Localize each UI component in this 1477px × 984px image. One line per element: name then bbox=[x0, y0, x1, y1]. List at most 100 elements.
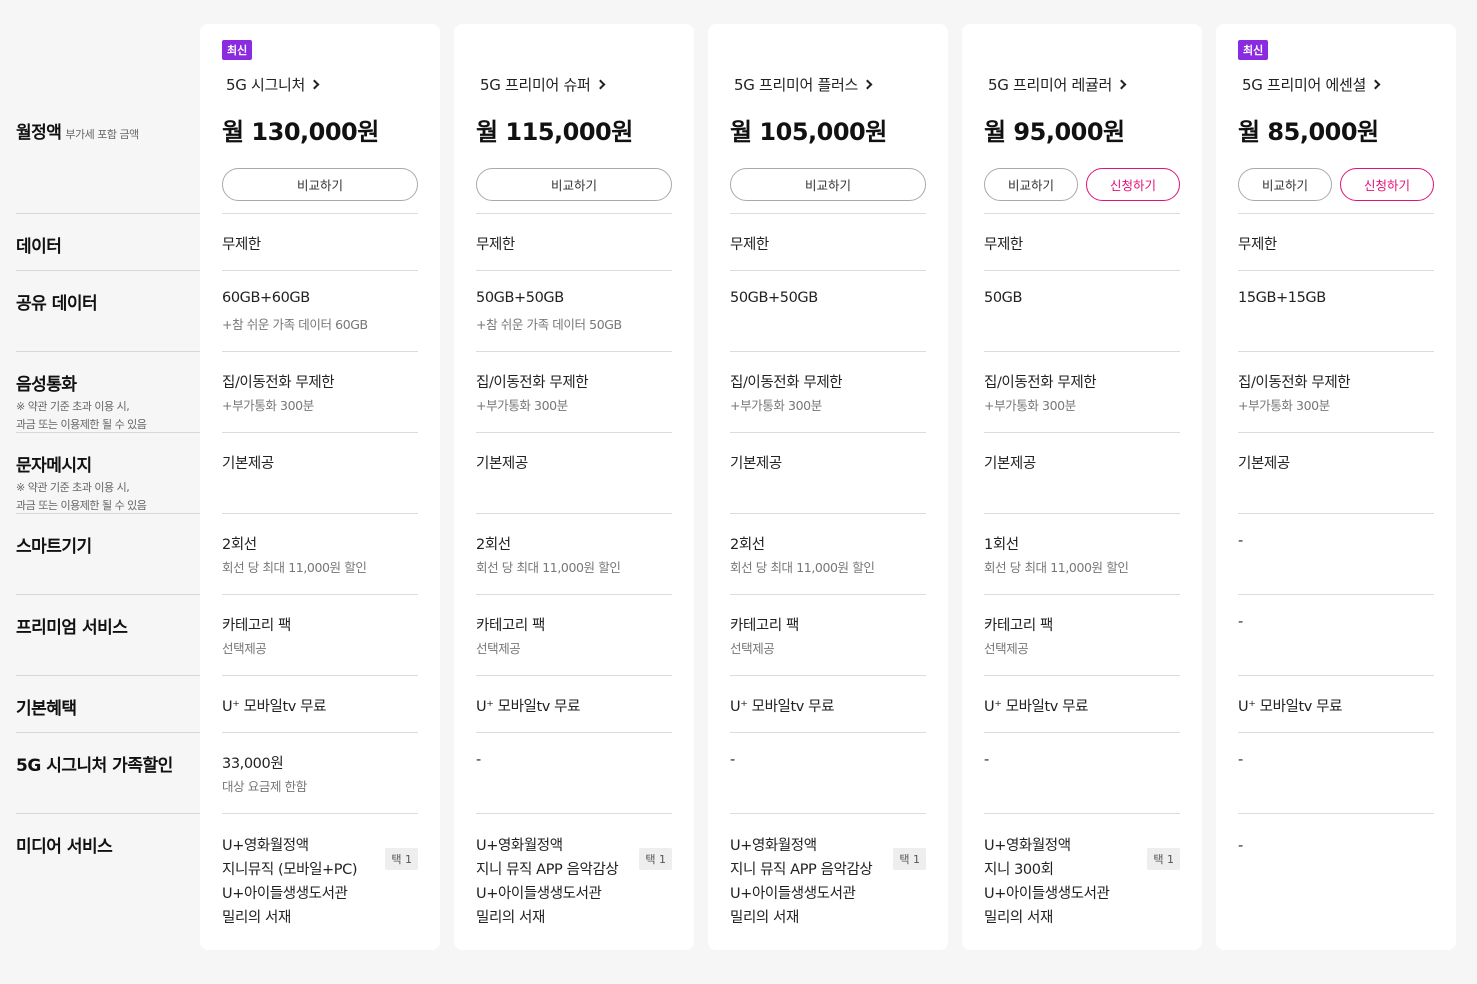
plan-name: 5G 시그니처 bbox=[226, 76, 306, 94]
cell-premium: 카테고리 팩 선택제공 bbox=[730, 594, 926, 675]
cell-family-value: - bbox=[730, 752, 735, 768]
cell-shared: 50GB+50GB +참 쉬운 가족 데이터 50GB bbox=[476, 270, 672, 351]
cell-media: U+영화월정액 지니 300회 U+아이들생생도서관 밀리의 서재 택 1 bbox=[984, 813, 1180, 933]
cell-voice-value: 집/이동전화 무제한 bbox=[984, 375, 1097, 391]
cell-basic-value: U⁺ 모바일tv 무료 bbox=[1238, 699, 1343, 715]
plan-price: 월 85,000원 bbox=[1238, 118, 1379, 146]
cell-media: U+영화월정액 지니 뮤직 APP 음악감상 U+아이들생생도서관 밀리의 서재 택 1 bbox=[476, 813, 672, 933]
plan-card: 최신 5G 시그니처 월 130,000원 비교하기 무제한 60GB+60GB +참 쉬운… bbox=[200, 24, 440, 950]
compare-button[interactable]: 비교하기 bbox=[1238, 168, 1332, 201]
label-voice: 음성통화 ※ 약관 기준 초과 이용 시, 과금 또는 이용제한 될 수 있음 bbox=[16, 351, 200, 434]
cell-voice-value: 집/이동전화 무제한 bbox=[1238, 375, 1351, 391]
row-labels: 월정액 부가세 포함 금액 데이터 공유 데이터 음성통화 ※ 약관 기준 초과 … bbox=[16, 0, 200, 984]
cell-family-value: - bbox=[984, 752, 989, 768]
cell-sms-value: 기본제공 bbox=[730, 456, 782, 472]
cell-data-value: 무제한 bbox=[222, 237, 261, 253]
cell-shared-value: 50GB+50GB bbox=[730, 290, 818, 306]
plan-card: 5G 프리미어 레귤러월 95,000원비교하기 신청하기무제한 50GB 집/이동전… bbox=[962, 24, 1202, 950]
cell-basic-value: U⁺ 모바일tv 무료 bbox=[730, 699, 835, 715]
plan-price: 월 95,000원 bbox=[984, 118, 1125, 146]
plan-price: 월 105,000원 bbox=[730, 118, 887, 146]
chevron-right-icon bbox=[1116, 79, 1127, 90]
cell-premium-value: 카테고리 팩 bbox=[222, 618, 291, 634]
apply-button[interactable]: 신청하기 bbox=[1340, 168, 1434, 201]
cell-family: - bbox=[730, 732, 926, 813]
plan-name-link[interactable]: 5G 프리미어 레귤러 bbox=[988, 74, 1127, 95]
cell-shared-detail: +참 쉬운 가족 데이터 60GB bbox=[222, 317, 368, 332]
cell-shared: 60GB+60GB +참 쉬운 가족 데이터 60GB bbox=[222, 270, 418, 351]
cell-family: - bbox=[1238, 732, 1434, 813]
plan-name: 5G 프리미어 레귤러 bbox=[988, 76, 1113, 94]
cell-data-value: 무제한 bbox=[476, 237, 515, 253]
cell-premium-value: 카테고리 팩 bbox=[984, 618, 1053, 634]
cell-basic-value: U⁺ 모바일tv 무료 bbox=[476, 699, 581, 715]
cell-voice: 집/이동전화 무제한 +부가통화 300분 bbox=[730, 351, 926, 432]
cell-data-value: 무제한 bbox=[730, 237, 769, 253]
cell-sms-value: 기본제공 bbox=[1238, 456, 1290, 472]
cell-premium-detail: 선택제공 bbox=[984, 641, 1029, 656]
cell-sms: 기본제공 bbox=[1238, 432, 1434, 513]
cell-sms-value: 기본제공 bbox=[222, 456, 274, 472]
cell-voice-value: 집/이동전화 무제한 bbox=[476, 375, 589, 391]
media-item: 지니 뮤직 APP 음악감상 bbox=[730, 862, 873, 878]
cell-voice-detail: +부가통화 300분 bbox=[476, 398, 568, 413]
cell-sms-value: 기본제공 bbox=[984, 456, 1036, 472]
plan-name: 5G 프리미어 에센셜 bbox=[1242, 76, 1367, 94]
plan-name-link[interactable]: 5G 프리미어 에센셜 bbox=[1242, 74, 1381, 95]
cell-family-value: 33,000원 bbox=[222, 756, 284, 772]
label-basic: 기본혜택 bbox=[16, 675, 200, 719]
cell-media: U+영화월정액 지니뮤직 (모바일+PC) U+아이들생생도서관 밀리의 서재 택 1 bbox=[222, 813, 418, 933]
cell-smart: 2회선 회선 당 최대 11,000원 할인 bbox=[222, 513, 418, 594]
compare-button[interactable]: 비교하기 bbox=[984, 168, 1078, 201]
media-item: U+아이들생생도서관 bbox=[984, 886, 1110, 902]
cell-shared: 50GB bbox=[984, 270, 1180, 351]
apply-button[interactable]: 신청하기 bbox=[1086, 168, 1180, 201]
pick-one-badge: 택 1 bbox=[639, 848, 672, 870]
chevron-right-icon bbox=[1370, 79, 1381, 90]
compare-button[interactable]: 비교하기 bbox=[730, 168, 926, 201]
cell-voice: 집/이동전화 무제한 +부가통화 300분 bbox=[984, 351, 1180, 432]
label-data: 데이터 bbox=[16, 213, 200, 257]
chevron-right-icon bbox=[862, 79, 873, 90]
label-monthly-sub: 부가세 포함 금액 bbox=[65, 128, 139, 141]
plan-name-link[interactable]: 5G 프리미어 슈퍼 bbox=[480, 74, 605, 95]
cell-shared-value: 15GB+15GB bbox=[1238, 290, 1326, 306]
cell-smart: 2회선 회선 당 최대 11,000원 할인 bbox=[730, 513, 926, 594]
cell-data-value: 무제한 bbox=[984, 237, 1023, 253]
cell-voice-detail: +부가통화 300분 bbox=[222, 398, 314, 413]
cell-data: 무제한 bbox=[730, 213, 926, 270]
cell-family: - bbox=[476, 732, 672, 813]
compare-button[interactable]: 비교하기 bbox=[476, 168, 672, 201]
plan-name: 5G 프리미어 플러스 bbox=[734, 76, 859, 94]
media-item: 지니 300회 bbox=[984, 862, 1054, 878]
cell-smart-detail: 회선 당 최대 11,000원 할인 bbox=[730, 560, 875, 575]
plan-card: 5G 프리미어 플러스월 105,000원비교하기무제한 50GB+50GB 집/이… bbox=[708, 24, 948, 950]
cell-shared: 50GB+50GB bbox=[730, 270, 926, 351]
cell-voice: 집/이동전화 무제한 +부가통화 300분 bbox=[476, 351, 672, 432]
media-item: U+아이들생생도서관 bbox=[730, 886, 856, 902]
cell-premium: 카테고리 팩선택제공 bbox=[984, 594, 1180, 675]
plan-name-link[interactable]: 5G 시그니처 bbox=[226, 74, 320, 95]
chevron-right-icon bbox=[309, 79, 320, 90]
media-item: 밀리의 서재 bbox=[222, 910, 291, 926]
cell-smart-detail: 회선 당 최대 11,000원 할인 bbox=[984, 560, 1129, 575]
media-item: U+영화월정액 bbox=[984, 838, 1071, 854]
plan-card: 최신 5G 프리미어 에센셜 월 85,000원 비교하기 신청하기 무제한 15GB+15… bbox=[1216, 24, 1456, 950]
cell-basic: U⁺ 모바일tv 무료 bbox=[1238, 675, 1434, 732]
cell-family: - bbox=[984, 732, 1180, 813]
cell-family-value: - bbox=[476, 752, 481, 768]
new-badge: 최신 bbox=[1238, 40, 1269, 60]
cell-premium-value: 카테고리 팩 bbox=[476, 618, 545, 634]
cell-basic: U⁺ 모바일tv 무료 bbox=[476, 675, 672, 732]
cell-smart-value: 2회선 bbox=[476, 537, 511, 553]
cell-basic-value: U⁺ 모바일tv 무료 bbox=[984, 699, 1089, 715]
plan-name-link[interactable]: 5G 프리미어 플러스 bbox=[734, 74, 873, 95]
plan-price: 월 130,000원 bbox=[222, 118, 379, 146]
media-item: 지니 뮤직 APP 음악감상 bbox=[476, 862, 619, 878]
compare-button[interactable]: 비교하기 bbox=[222, 168, 418, 201]
cell-smart-detail: 회선 당 최대 11,000원 할인 bbox=[476, 560, 621, 575]
cell-shared-value: 50GB bbox=[984, 290, 1023, 306]
cell-sms: 기본제공 bbox=[222, 432, 418, 513]
cell-smart: 2회선회선 당 최대 11,000원 할인 bbox=[476, 513, 672, 594]
cell-premium: 카테고리 팩 선택제공 bbox=[476, 594, 672, 675]
